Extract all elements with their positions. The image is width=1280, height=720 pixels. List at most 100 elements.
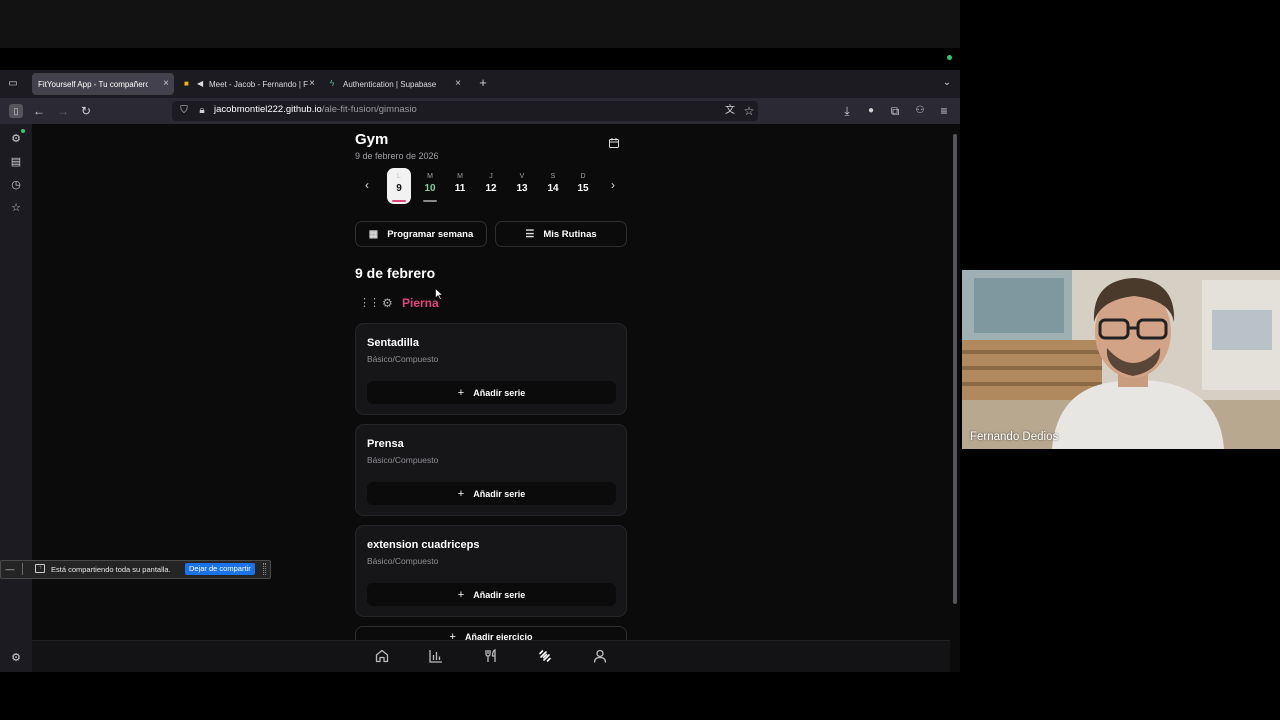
plus-icon: + [457, 588, 465, 601]
routine-settings-icon[interactable]: ⚙ [382, 296, 393, 310]
participant-video [962, 270, 1280, 449]
day-letter: L [397, 173, 401, 180]
food-icon[interactable] [483, 648, 499, 664]
tab-label: FitYourself App - Tu compañero de [38, 79, 148, 89]
stats-icon[interactable] [428, 648, 444, 664]
prev-week-icon[interactable]: ‹ [365, 178, 369, 192]
day-letter: S [550, 173, 556, 180]
extension-icon[interactable]: ⚇ [913, 104, 927, 118]
download-icon[interactable]: ⤓ [841, 104, 853, 118]
home-icon[interactable] [374, 648, 390, 664]
day-chip-14[interactable]: S 14 [541, 168, 565, 204]
my-routines-label: Mis Rutinas [543, 228, 597, 240]
day-number: 14 [547, 183, 559, 194]
my-routines-button[interactable]: ☰ Mis Rutinas [495, 221, 627, 247]
drag-grip-icon[interactable] [263, 563, 266, 575]
schedule-week-button[interactable]: ▦ Programar semana [355, 221, 487, 247]
exercise-name: extension cuadriceps [367, 539, 480, 551]
new-tab-icon[interactable]: + [477, 76, 489, 90]
back-icon[interactable]: ← [33, 104, 45, 118]
gym-icon[interactable] [537, 648, 553, 664]
tab-list-icon[interactable]: ▭ [7, 77, 19, 91]
day-indicator-bar [423, 200, 437, 202]
minimize-icon[interactable]: — [4, 563, 16, 575]
scrollbar-thumb[interactable] [953, 134, 957, 604]
bookmarks-star-icon[interactable]: ☆ [9, 201, 23, 215]
list-check-icon: ☰ [525, 228, 535, 240]
drag-handle-icon[interactable]: ⋮⋮ [359, 296, 380, 309]
speaker-icon: ◀ [197, 79, 204, 88]
banner-divider [22, 563, 23, 575]
profile-icon[interactable] [592, 648, 608, 664]
calendar-icon[interactable] [608, 137, 620, 149]
profile-icon[interactable]: ● [865, 104, 877, 118]
synced-tabs-icon[interactable]: ▤ [9, 155, 23, 169]
plus-icon: + [457, 487, 465, 500]
url-path: /ale-fit-fusion/gimnasio [321, 104, 417, 115]
exercise-card: extension cuadriceps Básico/Compuesto + A… [355, 525, 627, 617]
add-set-label: Añadir serie [473, 387, 526, 398]
day-number: 15 [577, 183, 589, 194]
participant-name: Fernando Dedios [970, 431, 1059, 443]
add-set-button[interactable]: + Añadir serie [367, 482, 616, 505]
tab-label: Meet - Jacob - Fernando | F [209, 79, 309, 89]
tab-label: Authentication | Supabase [343, 79, 437, 89]
close-icon[interactable]: × [163, 78, 169, 89]
url-host: jacobmontiel222.github.io [214, 104, 322, 115]
day-letter: M [427, 173, 433, 180]
exercise-type: Básico/Compuesto [367, 455, 439, 465]
tab-fityourself[interactable]: FitYourself App - Tu compañero de × [32, 73, 174, 95]
exercise-name: Prensa [367, 438, 404, 450]
exercise-card: Prensa Básico/Compuesto + Añadir serie [355, 424, 627, 516]
sidebar-toggle-icon[interactable]: ▯ [9, 104, 23, 118]
day-number: 12 [485, 183, 497, 194]
day-chip-12[interactable]: J 12 [479, 168, 503, 204]
day-chip-11[interactable]: M 11 [448, 168, 472, 204]
day-number: 11 [454, 183, 466, 194]
mouse-cursor-icon [435, 288, 443, 300]
bookmark-star-icon[interactable]: ☆ [743, 104, 755, 118]
url-text[interactable]: jacobmontiel222.github.io/ale-fit-fusion… [214, 104, 417, 115]
schedule-week-label: Programar semana [387, 228, 474, 240]
calendar-icon: ▦ [368, 228, 379, 240]
add-set-button[interactable]: + Añadir serie [367, 381, 616, 404]
history-icon[interactable]: ◷ [9, 178, 23, 192]
add-set-button[interactable]: + Añadir serie [367, 583, 616, 606]
menu-icon[interactable]: ≡ [938, 104, 950, 118]
settings-gear-icon[interactable]: ⚙ [9, 651, 23, 665]
notification-dot [21, 129, 25, 133]
add-set-label: Añadir serie [473, 589, 526, 600]
day-chip-10[interactable]: M 10 [418, 168, 442, 204]
meet-icon: ■ [184, 79, 189, 88]
translate-icon[interactable]: 文 [724, 104, 736, 118]
chevron-down-icon[interactable]: ⌄ [940, 76, 954, 90]
shield-icon[interactable]: ⛉ [178, 104, 190, 118]
exercise-card: Sentadilla Básico/Compuesto + Añadir seri… [355, 323, 627, 415]
day-number: 9 [396, 183, 402, 194]
day-indicator-bar [392, 200, 406, 202]
routine-name[interactable]: Pierna [402, 296, 439, 310]
current-date: 9 de febrero de 2026 [355, 151, 439, 161]
exercise-name: Sentadilla [367, 337, 419, 349]
lock-icon[interactable]: 🔒︎ [196, 104, 208, 118]
extensions-icon[interactable]: ⧉ [889, 104, 901, 118]
day-letter: V [519, 173, 525, 180]
share-status-text: Está compartiendo toda su pantalla. [51, 565, 171, 574]
day-letter: D [580, 173, 586, 180]
close-icon[interactable]: × [309, 78, 315, 89]
tab-strip: ▭ FitYourself App - Tu compañero de × ■ … [0, 70, 960, 98]
tab-supabase[interactable]: ϟ Authentication | Supabase × [324, 73, 466, 95]
day-chip-13[interactable]: V 13 [510, 168, 534, 204]
forward-icon[interactable]: → [57, 104, 69, 118]
tab-meet[interactable]: ■ ◀ Meet - Jacob - Fernando | F × [178, 73, 320, 95]
day-chip-9[interactable]: L9 [387, 168, 411, 204]
page-title: Gym [355, 131, 389, 148]
window-top-area [0, 0, 960, 48]
stop-sharing-button[interactable]: Dejar de compartir [185, 563, 255, 575]
reload-icon[interactable]: ↻ [80, 104, 92, 118]
close-icon[interactable]: × [455, 78, 461, 89]
next-week-icon[interactable]: › [611, 178, 615, 192]
day-chip-15[interactable]: D 15 [571, 168, 595, 204]
ai-chat-icon[interactable]: ⚙ [9, 132, 23, 146]
browser-sidebar: ⚙ ▤ ◷ ☆ [0, 124, 32, 672]
